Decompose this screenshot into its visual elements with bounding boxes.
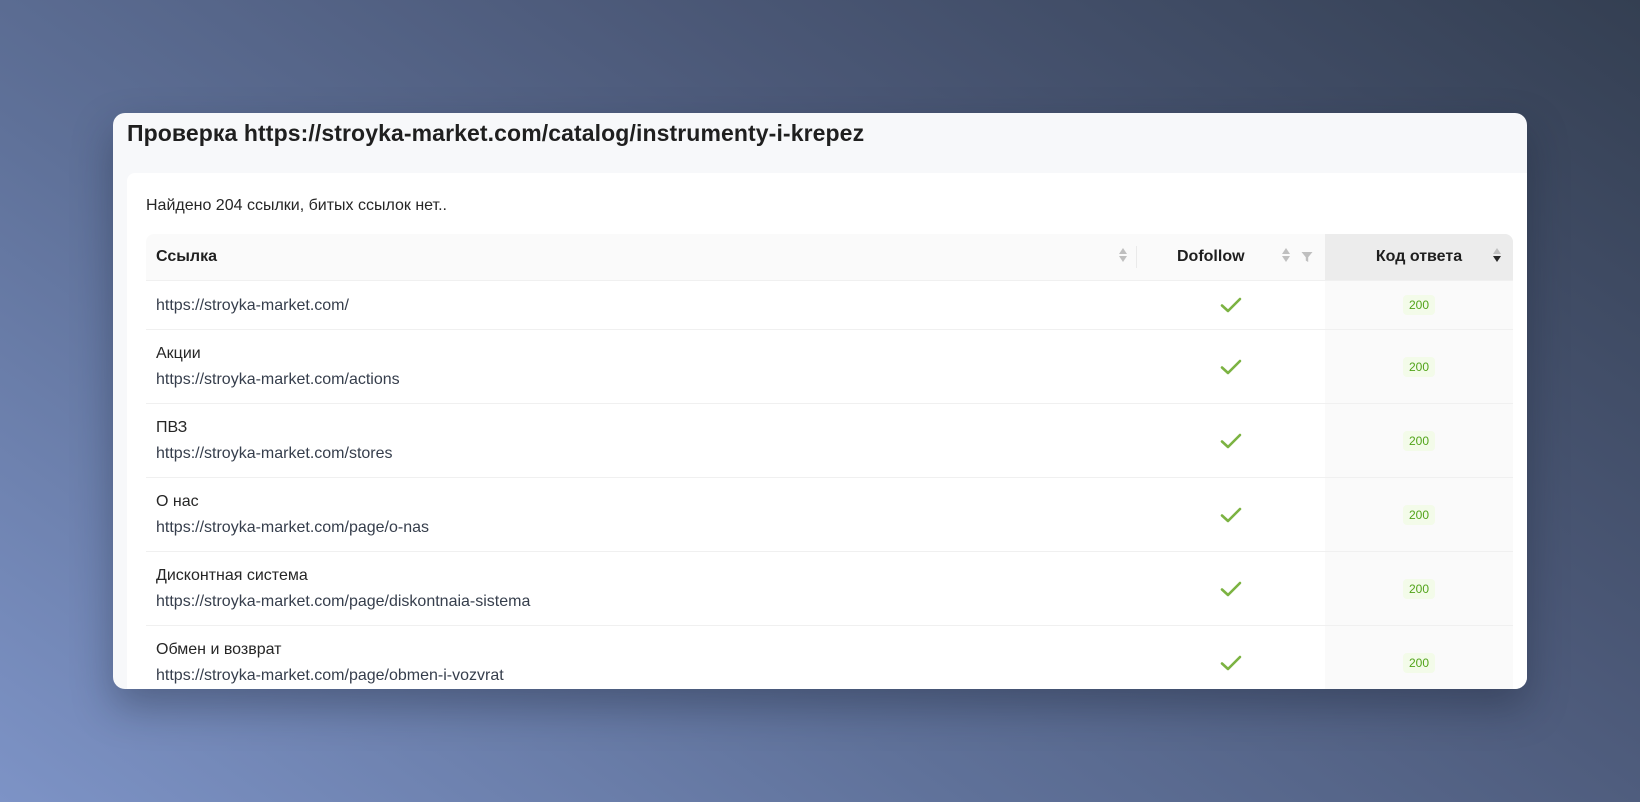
column-header-link-label: Ссылка [156,248,217,265]
table-row: Обмен и возврат https://stroyka-market.c… [146,626,1513,689]
sort-icon[interactable] [1119,248,1127,262]
status-badge: 200 [1402,504,1436,525]
link-url[interactable]: https://stroyka-market.com/ [156,296,1137,315]
link-url[interactable]: https://stroyka-market.com/page/diskontn… [156,592,1137,611]
table-row: ПВЗ https://stroyka-market.com/stores 20… [146,404,1513,478]
link-cell: https://stroyka-market.com/ [146,281,1137,329]
column-header-code-label: Код ответа [1375,248,1463,265]
status-badge: 200 [1402,430,1436,451]
link-cell: О нас https://stroyka-market.com/page/o-… [146,478,1137,551]
link-name: О нас [156,493,199,510]
code-cell: 200 [1325,626,1513,689]
dofollow-cell [1137,552,1325,625]
filter-icon[interactable] [1301,251,1313,263]
column-header-dofollow[interactable]: Dofollow [1137,234,1325,280]
page-title: Проверка https://stroyka-market.com/cata… [127,120,865,146]
dofollow-cell [1137,478,1325,551]
dofollow-cell [1137,404,1325,477]
column-header-dofollow-label: Dofollow [1177,248,1245,265]
dofollow-cell [1137,330,1325,403]
table-row: https://stroyka-market.com/ 200 [146,281,1513,330]
status-badge: 200 [1402,652,1436,673]
status-badge: 200 [1402,356,1436,377]
summary-text: Найдено 204 ссылки, битых ссылок нет.. [146,197,447,214]
link-check-panel: Проверка https://stroyka-market.com/cata… [113,113,1527,689]
check-icon [1220,581,1242,596]
dofollow-cell [1137,281,1325,329]
column-header-link[interactable]: Ссылка [146,234,1137,280]
link-url[interactable]: https://stroyka-market.com/stores [156,444,1137,463]
link-cell: Акции https://stroyka-market.com/actions [146,330,1137,403]
link-cell: Обмен и возврат https://stroyka-market.c… [146,626,1137,689]
table-row: О нас https://stroyka-market.com/page/o-… [146,478,1513,552]
link-url[interactable]: https://stroyka-market.com/page/o-nas [156,518,1137,537]
check-icon [1220,297,1242,313]
link-name: Дисконтная система [156,567,308,584]
links-table: Ссылка Dofollow Код ответа https://stroy… [146,234,1513,689]
column-header-code[interactable]: Код ответа [1325,234,1513,280]
link-url[interactable]: https://stroyka-market.com/actions [156,370,1137,389]
code-cell: 200 [1325,478,1513,551]
sort-icon[interactable] [1493,248,1501,262]
code-cell: 200 [1325,552,1513,625]
link-name: Акции [156,345,201,362]
link-name: ПВЗ [156,419,188,436]
link-url[interactable]: https://stroyka-market.com/page/obmen-i-… [156,666,1137,685]
table-row: Акции https://stroyka-market.com/actions… [146,330,1513,404]
check-icon [1220,655,1242,670]
link-cell: ПВЗ https://stroyka-market.com/stores [146,404,1137,477]
code-cell: 200 [1325,404,1513,477]
check-icon [1220,359,1242,374]
status-badge: 200 [1402,295,1436,315]
link-cell: Дисконтная система https://stroyka-marke… [146,552,1137,625]
code-cell: 200 [1325,281,1513,329]
status-badge: 200 [1402,578,1436,599]
content-area: Найдено 204 ссылки, битых ссылок нет.. С… [127,173,1527,689]
table-header: Ссылка Dofollow Код ответа [146,234,1513,281]
link-name: Обмен и возврат [156,641,282,658]
sort-icon[interactable] [1282,248,1290,262]
table-row: Дисконтная система https://stroyka-marke… [146,552,1513,626]
check-icon [1220,433,1242,448]
code-cell: 200 [1325,330,1513,403]
check-icon [1220,507,1242,522]
dofollow-cell [1137,626,1325,689]
table-body: https://stroyka-market.com/ 200 Акции ht… [146,281,1513,689]
